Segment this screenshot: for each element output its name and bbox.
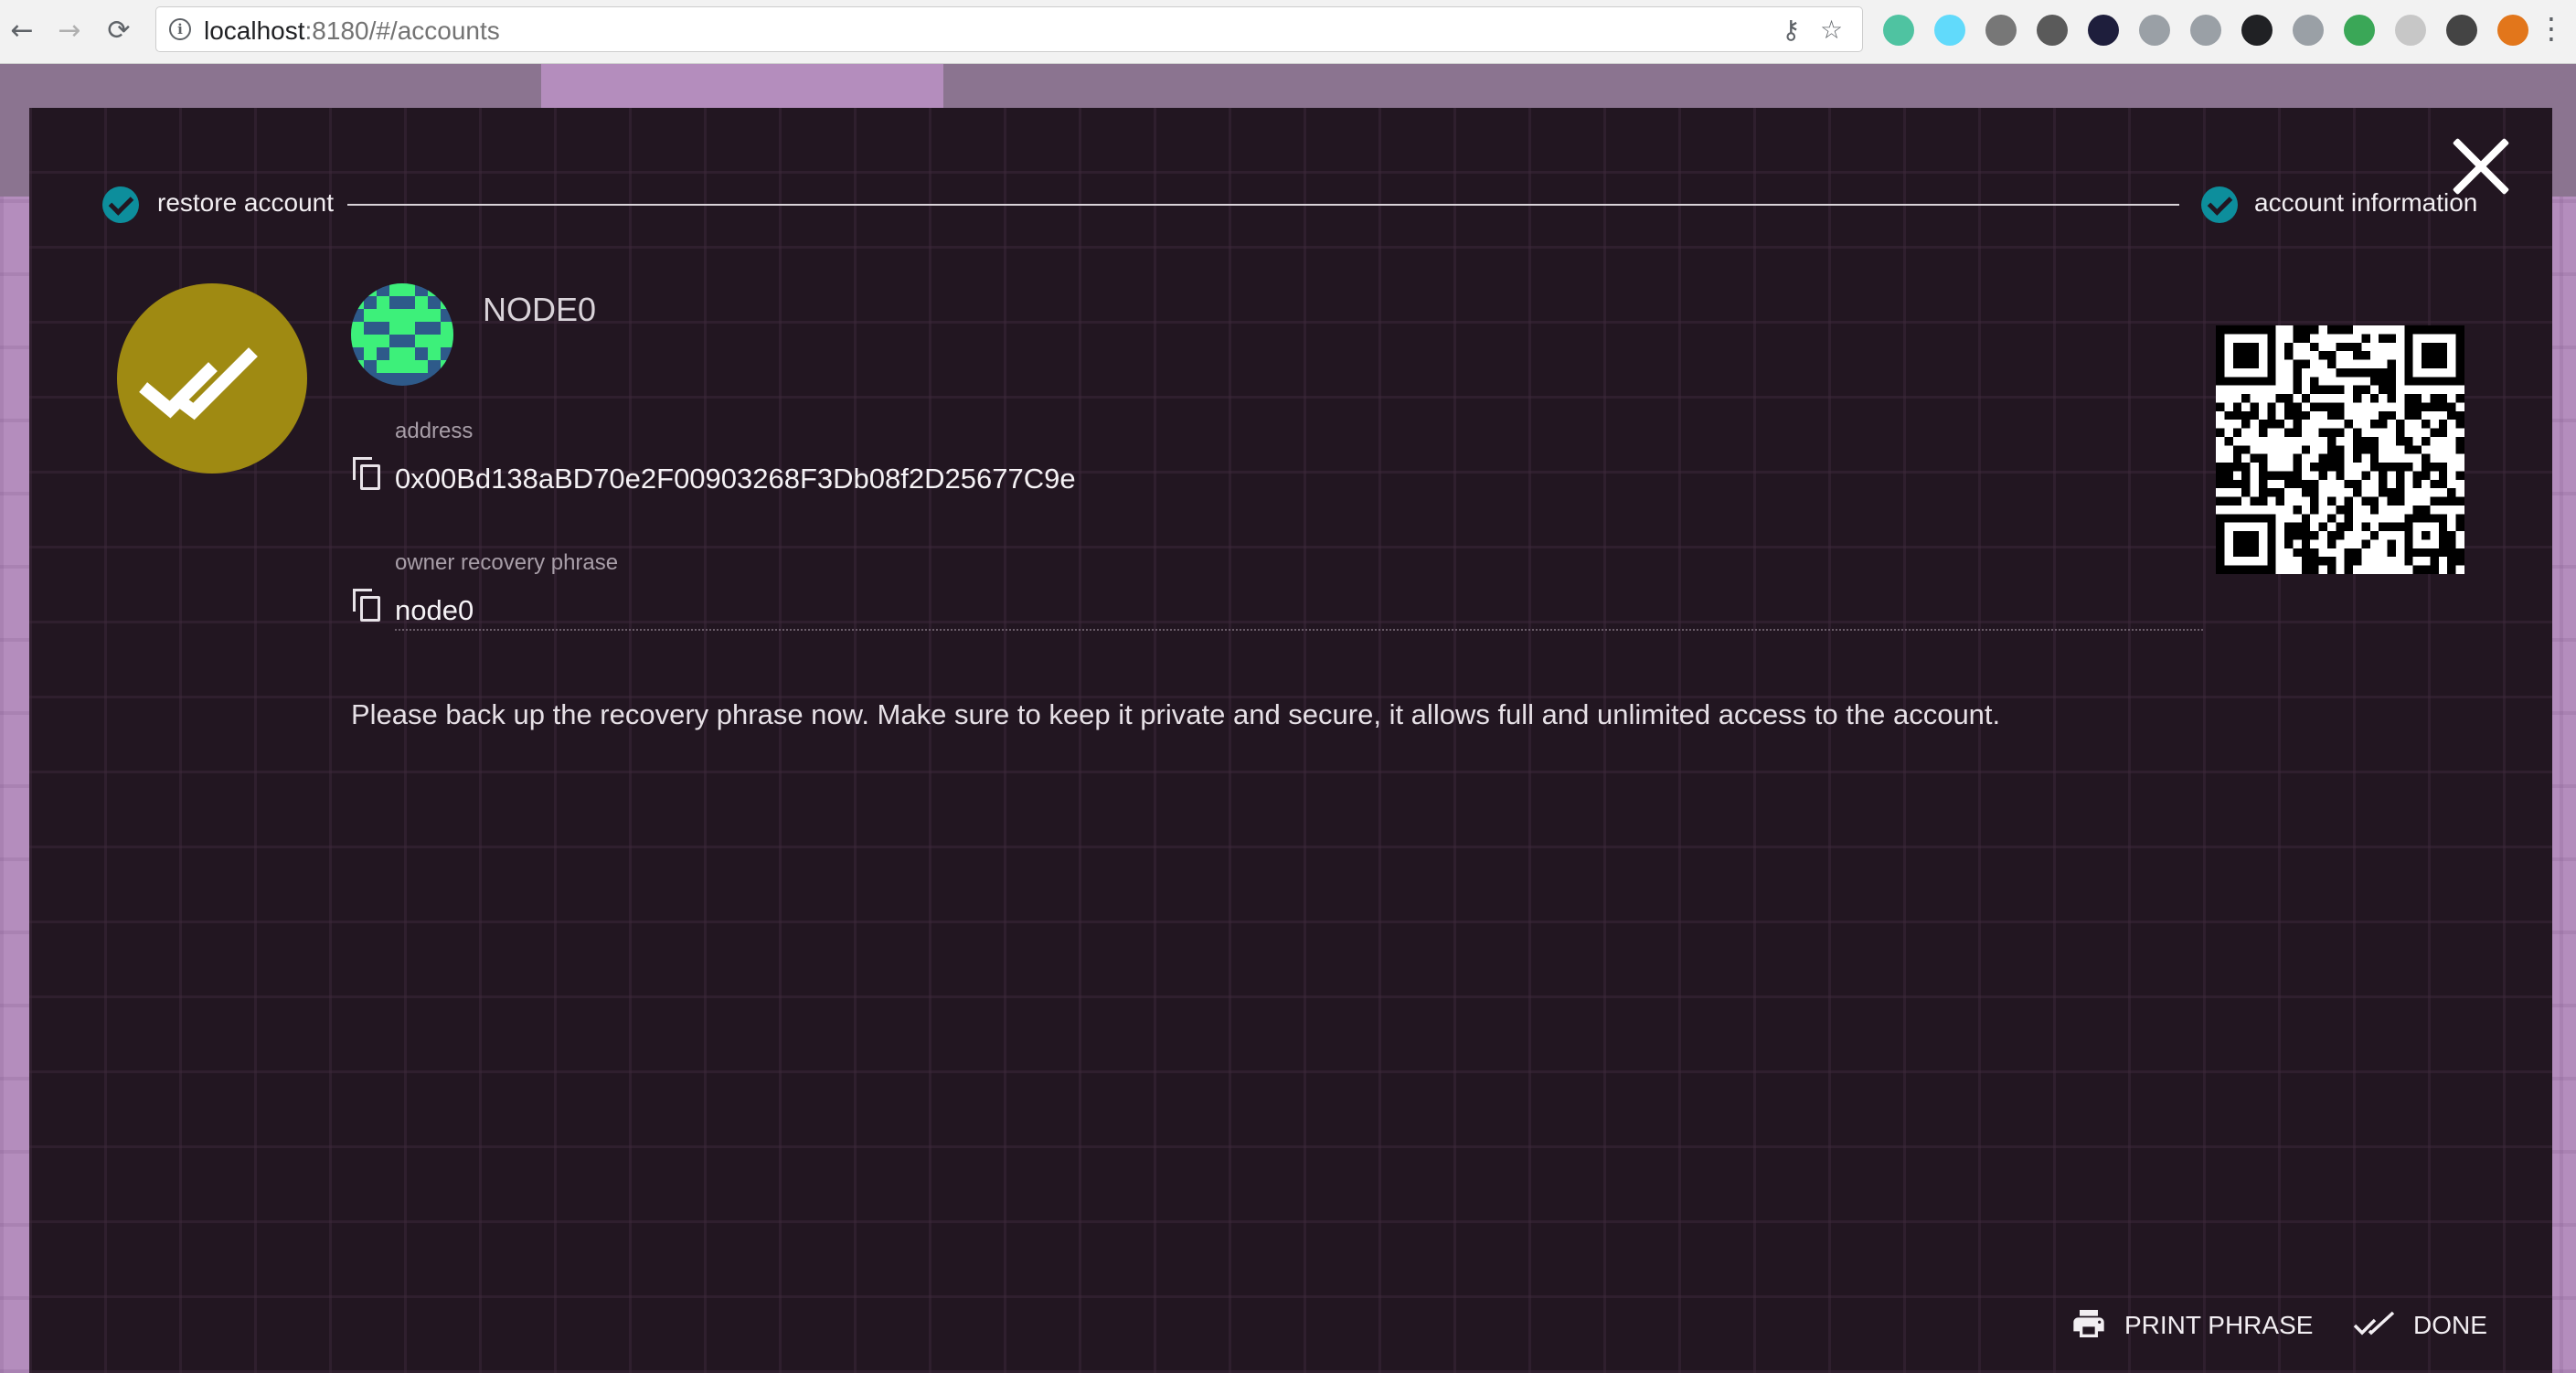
back-arrow-icon[interactable]: ←: [4, 13, 40, 49]
identicon-graphic: [351, 283, 453, 386]
reload-icon[interactable]: ⟳: [101, 13, 137, 49]
address-qr-code: [2216, 325, 2464, 574]
backup-notice: Please back up the recovery phrase now. …: [351, 698, 2001, 730]
double-check-small-icon: [2353, 1311, 2395, 1336]
url-path: :8180/#/accounts: [304, 16, 500, 45]
step-info-check-icon: [2201, 186, 2238, 223]
address-label: address: [395, 419, 474, 443]
step-restore-check-icon: [102, 186, 139, 223]
extension-icon[interactable]: [2344, 15, 2375, 46]
info-icon[interactable]: i: [169, 18, 191, 40]
url-text: localhost:8180/#/accounts: [204, 16, 500, 46]
account-name: NODE0: [483, 291, 597, 328]
extension-icon[interactable]: [1883, 15, 1914, 46]
copy-address-icon[interactable]: [353, 457, 380, 490]
print-phrase-button[interactable]: PRINT PHRASE: [2070, 1298, 2316, 1353]
done-badge: [117, 283, 307, 474]
extension-icon[interactable]: [2088, 15, 2119, 46]
phrase-underline: [395, 629, 2203, 631]
extension-icon[interactable]: [2190, 15, 2221, 46]
address-bar[interactable]: i localhost:8180/#/accounts ⚷ ☆: [155, 6, 1863, 52]
extension-icon[interactable]: [2497, 15, 2528, 46]
done-button[interactable]: DONE: [2353, 1298, 2508, 1353]
done-label: DONE: [2413, 1311, 2487, 1339]
extension-icon[interactable]: [2293, 15, 2324, 46]
browser-toolbar: ← → ⟳ i localhost:8180/#/accounts ⚷ ☆ ⋮: [0, 0, 2576, 64]
url-host: localhost: [204, 16, 305, 45]
step-restore-label: restore account: [157, 188, 334, 217]
forward-arrow-icon[interactable]: →: [51, 13, 88, 49]
extension-icon[interactable]: [1934, 15, 1965, 46]
extension-icon[interactable]: [1985, 15, 2017, 46]
extension-icon[interactable]: [2446, 15, 2477, 46]
stepper-line: [347, 204, 2179, 206]
star-icon[interactable]: ☆: [1820, 15, 1843, 45]
extension-icon[interactable]: [2139, 15, 2170, 46]
phrase-value: node0: [395, 594, 474, 626]
account-wizard-modal: restore account account information NODE…: [29, 108, 2552, 1373]
step-info-label: account information: [2254, 188, 2478, 217]
printer-icon: [2073, 1310, 2104, 1337]
kebab-menu-icon[interactable]: ⋮: [2537, 11, 2566, 46]
double-check-icon: [139, 347, 258, 420]
copy-phrase-icon[interactable]: [353, 589, 380, 622]
qr-graphic: [2216, 325, 2464, 574]
print-phrase-label: PRINT PHRASE: [2124, 1311, 2314, 1339]
address-value: 0x00Bd138aBD70e2F00903268F3Db08f2D25677C…: [395, 463, 1076, 495]
key-icon[interactable]: ⚷: [1782, 15, 1801, 45]
extension-icon[interactable]: [2241, 15, 2273, 46]
extension-icon[interactable]: [2395, 15, 2426, 46]
extension-icon[interactable]: [2037, 15, 2068, 46]
phrase-label: owner recovery phrase: [395, 550, 619, 575]
account-identicon: [351, 283, 453, 386]
